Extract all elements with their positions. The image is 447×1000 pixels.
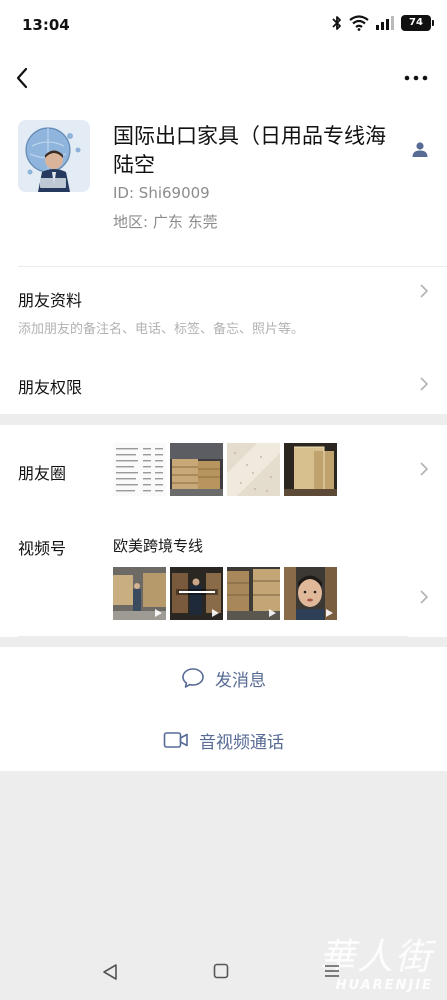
moments-photo (113, 443, 166, 496)
send-message-label: 发消息 (215, 670, 266, 691)
wifi-icon (349, 15, 369, 31)
channels-row[interactable]: 视频号 欧美跨境专线 (0, 517, 447, 637)
moments-photo (284, 443, 337, 496)
signal-icon (376, 16, 394, 30)
friend-info-row[interactable]: 朋友资料 添加朋友的备注名、电话、标签、备忘、照片等。 (0, 266, 447, 352)
divider (18, 636, 408, 637)
play-icon (326, 609, 333, 617)
video-camera-icon (163, 732, 188, 748)
system-nav-bar (0, 945, 447, 1000)
video-call-label: 音视频通话 (199, 732, 284, 753)
moments-thumbnails (113, 443, 337, 496)
friend-permissions-title: 朋友权限 (18, 378, 83, 397)
profile-id: ID: Shi69009 (113, 184, 210, 202)
status-icons: 74 (332, 15, 434, 31)
profile-header: 国际出口家具（日用品专线海陆空 ID: Shi69009 地区: 广东 东莞 (0, 104, 447, 266)
avatar-image (18, 120, 90, 192)
profile-name: 国际出口家具（日用品专线海陆空 (113, 124, 386, 177)
channels-title: 视频号 (18, 539, 67, 558)
friend-info-subtitle: 添加朋友的备注名、电话、标签、备忘、照片等。 (18, 322, 305, 337)
moments-photo (170, 443, 223, 496)
play-icon (212, 609, 219, 617)
profile-region: 地区: 广东 东莞 (113, 213, 218, 231)
play-icon (155, 609, 162, 617)
chat-bubble-icon (182, 668, 204, 688)
nav-back-icon[interactable] (101, 963, 119, 981)
chevron-right-icon (420, 462, 429, 476)
more-options-icon[interactable] (403, 66, 429, 90)
moments-title: 朋友圈 (18, 464, 67, 483)
chevron-right-icon (420, 377, 429, 391)
channel-video[interactable] (227, 567, 280, 620)
bluetooth-icon (332, 16, 341, 30)
contact-person-icon[interactable] (411, 140, 429, 158)
channel-video-thumbnails (113, 567, 337, 620)
nav-menu-icon[interactable] (323, 963, 341, 979)
status-time: 13:04 (22, 16, 70, 34)
channel-video[interactable] (113, 567, 166, 620)
play-icon (269, 609, 276, 617)
avatar[interactable] (18, 120, 90, 192)
nav-bar (0, 52, 447, 104)
divider (18, 266, 447, 267)
friend-permissions-row[interactable]: 朋友权限 (0, 352, 447, 414)
nav-home-icon[interactable] (213, 963, 229, 979)
status-bar: 13:04 74 (0, 0, 447, 52)
channel-video[interactable] (284, 567, 337, 620)
chevron-right-icon (420, 590, 429, 604)
moments-row[interactable]: 朋友圈 (0, 425, 447, 517)
friend-info-title: 朋友资料 (18, 291, 83, 310)
back-arrow-icon[interactable] (12, 64, 36, 92)
channel-name: 欧美跨境专线 (113, 537, 204, 555)
battery-indicator: 74 (401, 15, 434, 31)
chevron-right-icon (420, 284, 429, 298)
channel-video[interactable] (170, 567, 223, 620)
moments-photo (227, 443, 280, 496)
send-message-button[interactable]: 发消息 (0, 647, 447, 709)
video-call-button[interactable]: 音视频通话 (0, 709, 447, 771)
